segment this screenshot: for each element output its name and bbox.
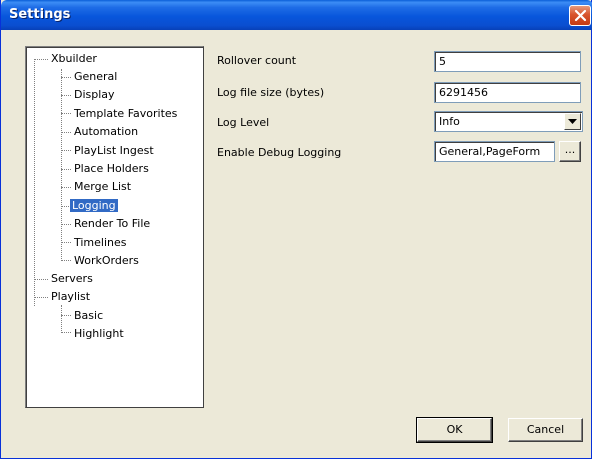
tree-line xyxy=(61,260,71,261)
tree-item-render-to-file[interactable]: Render To File xyxy=(72,215,152,232)
tree-line xyxy=(61,169,71,170)
tree-item-logging[interactable]: Logging xyxy=(70,197,118,214)
log-file-size-label: Log file size (bytes) xyxy=(217,86,325,99)
rollover-count-input[interactable]: 5 xyxy=(434,51,581,72)
rollover-count-label: Rollover count xyxy=(217,54,297,67)
tree-item-basic[interactable]: Basic xyxy=(72,307,105,324)
tree-playlist-connector xyxy=(61,305,62,331)
tree-line xyxy=(61,95,71,96)
log-level-select[interactable]: Info xyxy=(434,111,583,132)
title-bar[interactable]: Settings xyxy=(1,0,592,30)
tree-line xyxy=(61,77,71,78)
tree-item-workorders[interactable]: WorkOrders xyxy=(72,252,141,269)
close-button[interactable] xyxy=(569,5,591,26)
tree-line xyxy=(34,59,48,60)
tree-line xyxy=(61,242,71,243)
log-level-label: Log Level xyxy=(217,116,270,129)
tree-item-xbuilder[interactable]: Xbuilder xyxy=(49,50,99,67)
tree-line xyxy=(61,332,71,333)
debug-logging-browse-button[interactable]: ... xyxy=(559,141,581,162)
log-level-dropdown-button[interactable] xyxy=(564,113,581,130)
tree-item-template-favorites[interactable]: Template Favorites xyxy=(72,105,179,122)
tree-item-highlight[interactable]: Highlight xyxy=(72,325,126,342)
tree-line xyxy=(61,150,71,151)
tree-root-connector xyxy=(34,59,35,306)
debug-logging-input[interactable]: General,PageForm xyxy=(434,141,555,162)
close-icon xyxy=(574,9,587,22)
tree-line xyxy=(34,279,48,280)
tree-line xyxy=(61,113,71,114)
tree-line xyxy=(61,224,71,225)
log-file-size-input[interactable]: 6291456 xyxy=(434,82,581,103)
tree-item-playlist[interactable]: Playlist xyxy=(49,288,92,305)
cancel-button[interactable]: Cancel xyxy=(508,418,583,442)
tree-item-display[interactable]: Display xyxy=(72,86,117,103)
tree-line xyxy=(61,187,71,188)
tree-item-place-holders[interactable]: Place Holders xyxy=(72,160,151,177)
settings-tree[interactable]: Xbuilder General Display Template Favori… xyxy=(25,46,204,408)
tree-item-general[interactable]: General xyxy=(72,68,119,85)
tree-item-servers[interactable]: Servers xyxy=(49,270,95,287)
tree-item-timelines[interactable]: Timelines xyxy=(72,234,129,251)
ok-button[interactable]: OK xyxy=(416,417,493,443)
window-title: Settings xyxy=(9,7,71,22)
tree-line xyxy=(61,132,71,133)
debug-logging-label: Enable Debug Logging xyxy=(217,146,342,159)
tree-xbuilder-connector xyxy=(61,69,62,259)
chevron-down-icon xyxy=(568,119,577,124)
tree-line xyxy=(61,315,71,316)
settings-dialog: Settings Xbuilder General Display Templa… xyxy=(0,0,592,459)
tree-line xyxy=(34,297,48,298)
log-level-value: Info xyxy=(439,115,460,128)
tree-item-automation[interactable]: Automation xyxy=(72,123,140,140)
tree-item-playlist-ingest[interactable]: PlayList Ingest xyxy=(72,142,156,159)
tree-item-merge-list[interactable]: Merge List xyxy=(72,178,133,195)
